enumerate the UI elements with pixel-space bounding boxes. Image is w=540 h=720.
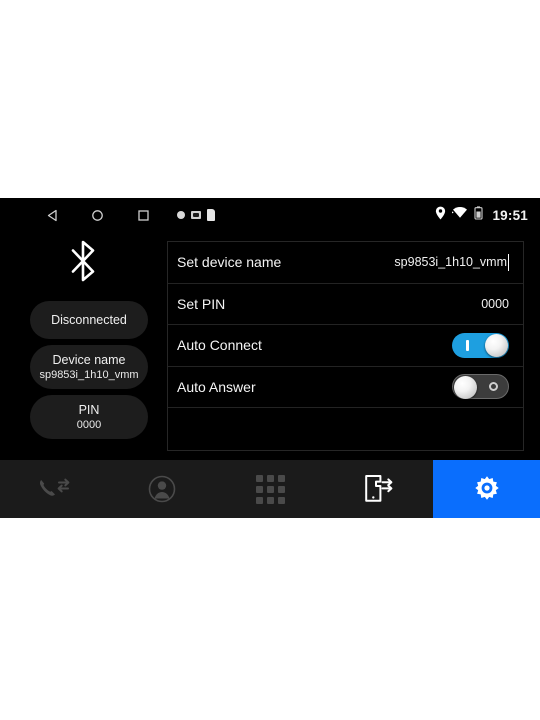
tab-contacts[interactable]: [108, 460, 216, 518]
sd-card-icon: [191, 211, 201, 219]
tab-call-history[interactable]: [0, 460, 108, 518]
toggle-knob: [485, 333, 508, 357]
battery-icon: [474, 205, 484, 225]
pin-title: PIN: [78, 402, 100, 417]
set-pin-value: 0000: [481, 296, 509, 311]
pin-pill[interactable]: PIN 0000: [30, 395, 148, 439]
settings-list: Set device name sp9853i_1h10_vmm Set PIN…: [167, 241, 524, 451]
auto-answer-label: Auto Answer: [177, 378, 256, 395]
auto-connect-label: Auto Connect: [177, 337, 262, 354]
call-history-icon: [37, 477, 71, 501]
recents-button[interactable]: [129, 198, 157, 232]
status-bar-system-icons: 19:51: [435, 198, 528, 232]
bluetooth-icon: [0, 238, 166, 284]
set-device-name-input[interactable]: sp9853i_1h10_vmm: [394, 253, 509, 271]
location-pin-icon: [435, 206, 446, 225]
device-name-value: sp9853i_1h10_vmm: [39, 368, 139, 381]
row-auto-connect[interactable]: Auto Connect: [168, 325, 523, 367]
set-pin-label: Set PIN: [177, 295, 226, 312]
set-device-name-value: sp9853i_1h10_vmm: [394, 255, 507, 270]
contacts-icon: [148, 475, 176, 503]
tab-settings[interactable]: [433, 460, 540, 518]
connection-status-label: Disconnected: [51, 312, 127, 327]
row-set-pin[interactable]: Set PIN 0000: [168, 284, 523, 325]
wifi-icon: [452, 206, 468, 224]
row-set-device-name[interactable]: Set device name sp9853i_1h10_vmm: [168, 242, 523, 284]
sim-card-icon: [207, 209, 215, 221]
row-auto-answer[interactable]: Auto Answer: [168, 367, 523, 408]
status-bar-notification-icons: [177, 198, 215, 232]
back-button[interactable]: [38, 198, 66, 232]
pin-value: 0000: [76, 418, 102, 431]
status-bar: 19:51: [0, 198, 540, 232]
settings-list-empty-row: [168, 408, 523, 451]
device-name-title: Device name: [52, 352, 126, 367]
home-button[interactable]: [83, 198, 111, 232]
text-caret: [508, 253, 509, 271]
set-device-name-label: Set device name: [177, 254, 282, 271]
auto-connect-toggle[interactable]: [452, 332, 509, 358]
tab-dialpad[interactable]: [217, 460, 325, 518]
main-content: Disconnected Device name sp9853i_1h10_vm…: [0, 232, 540, 460]
bluetooth-settings-screen: 19:51 Disconnected Device name sp9853i_1…: [0, 198, 540, 518]
device-name-pill[interactable]: Device name sp9853i_1h10_vmm: [30, 345, 148, 389]
set-pin-input[interactable]: 0000: [481, 297, 509, 311]
dialpad-icon: [256, 474, 286, 504]
toggle-knob: [454, 376, 477, 400]
status-bar-clock: 19:51: [492, 207, 528, 223]
auto-answer-toggle[interactable]: [452, 374, 509, 400]
settings-gear-icon: [472, 474, 502, 504]
tab-device-sync[interactable]: [325, 460, 433, 518]
connection-status-pill[interactable]: Disconnected: [30, 301, 148, 339]
bottom-tab-bar: [0, 460, 540, 518]
toggle-on-mark-icon: [466, 339, 469, 351]
dot-indicator-icon: [177, 211, 185, 219]
bluetooth-status-panel: Disconnected Device name sp9853i_1h10_vm…: [0, 232, 166, 460]
device-sync-icon: [363, 474, 395, 504]
toggle-off-mark-icon: [489, 382, 498, 392]
